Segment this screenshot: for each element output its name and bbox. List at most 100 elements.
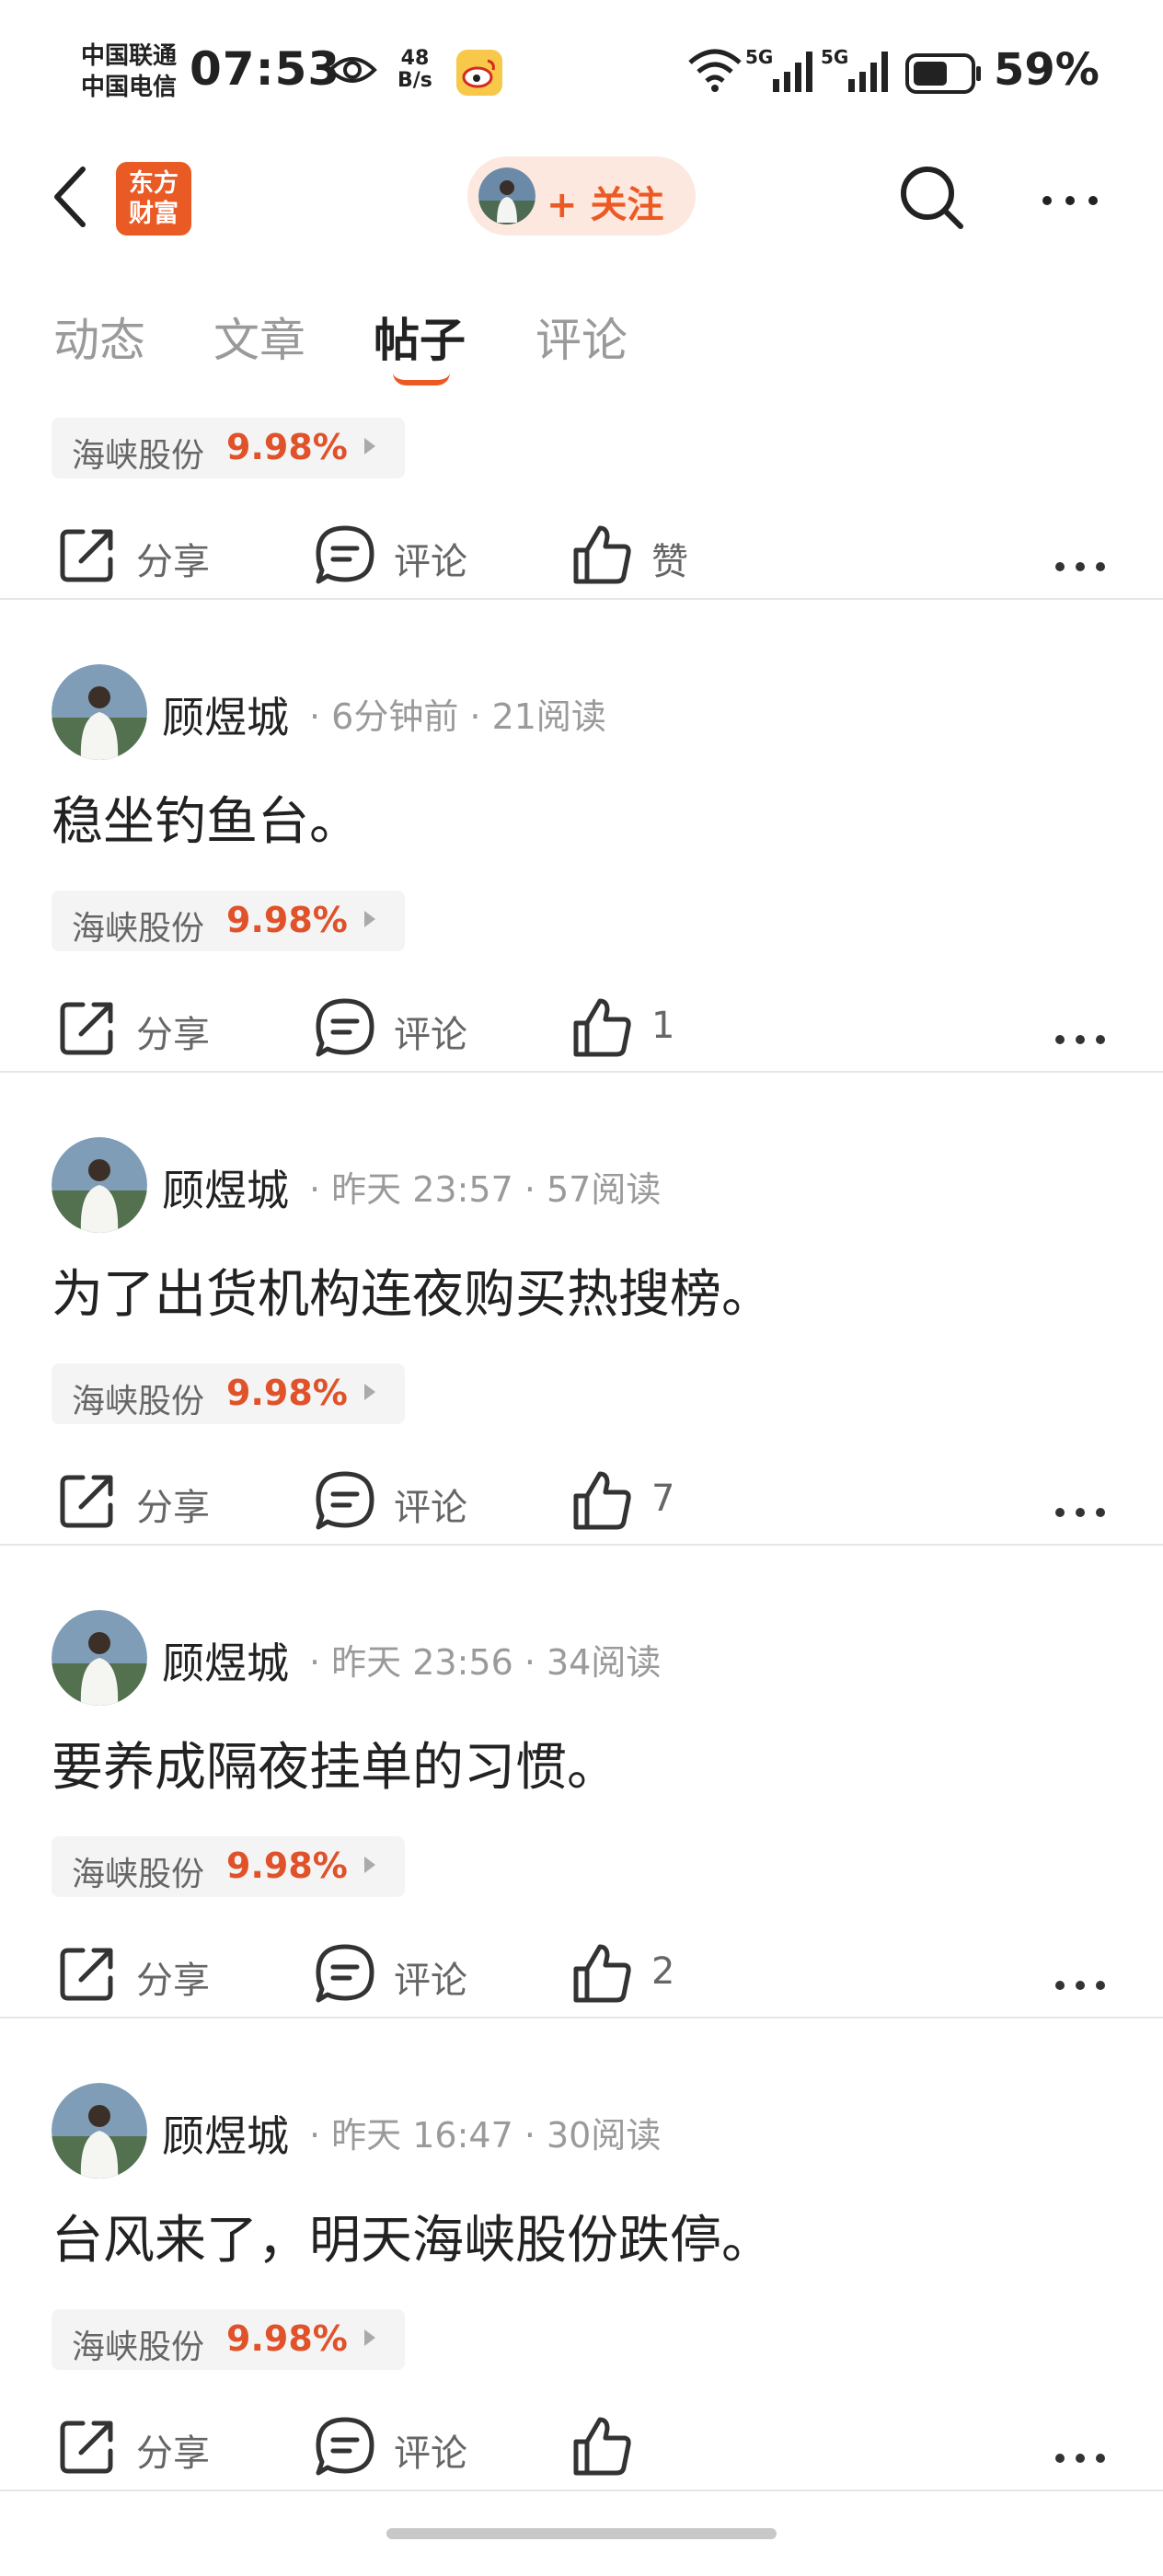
comment-icon: [316, 2417, 374, 2476]
net-speed-value: 48: [400, 47, 430, 70]
stock-arrow-icon: [364, 1857, 375, 1873]
tab-dynamics[interactable]: 动态: [53, 304, 145, 370]
post-card[interactable]: 顾煜城 今天要跌停了 海峡股份 9.98% 分享 评论: [0, 377, 1163, 600]
like-button[interactable]: 2: [570, 1941, 754, 2015]
post-meta: · 昨天 16:47 · 30阅读: [309, 2115, 662, 2156]
post-content[interactable]: 要养成隔夜挂单的习惯。: [52, 1726, 618, 1800]
logo-line-2: 财富: [129, 200, 178, 228]
more-options-icon[interactable]: [1053, 1505, 1108, 1520]
post-meta: · 昨天 23:56 · 34阅读: [309, 1642, 662, 1683]
comment-label: 评论: [394, 2432, 467, 2475]
stock-tag[interactable]: 海峡股份 9.98%: [52, 2309, 405, 2370]
logo-line-1: 东方: [129, 169, 178, 198]
share-button[interactable]: 分享: [55, 2414, 239, 2488]
post-card[interactable]: 顾煜城 · 6分钟前 · 21阅读 稳坐钓鱼台。 海峡股份 9.98% 分享 评…: [0, 600, 1163, 1073]
comment-icon: [316, 1944, 374, 2003]
home-indicator[interactable]: [386, 2528, 777, 2539]
comment-label: 评论: [394, 1960, 467, 2002]
tab-articles[interactable]: 文章: [213, 304, 305, 370]
nav-bar: 东方 财富 + 关注: [0, 138, 1163, 258]
share-label: 分享: [136, 1960, 210, 2002]
active-tab-indicator: [393, 373, 450, 385]
more-options-icon[interactable]: [1053, 1032, 1108, 1047]
avatar[interactable]: [52, 1137, 147, 1233]
comment-button[interactable]: 评论: [313, 1468, 497, 1542]
stock-tag[interactable]: 海峡股份 9.98%: [52, 891, 405, 951]
comment-button[interactable]: 评论: [313, 2414, 497, 2488]
comment-icon: [316, 998, 374, 1057]
like-button[interactable]: 1: [570, 995, 754, 1069]
post-content[interactable]: 为了出货机构连夜购买热搜榜。: [52, 1253, 773, 1328]
comment-button[interactable]: 评论: [313, 995, 497, 1069]
more-icon[interactable]: [1038, 191, 1102, 210]
signal-icon-1: 5G: [745, 46, 819, 94]
comment-label: 评论: [394, 1487, 467, 1529]
like-count: 1: [651, 1005, 675, 1047]
stock-name: 海峡股份: [72, 1383, 205, 1420]
stock-arrow-icon: [364, 1384, 375, 1400]
share-icon: [60, 1002, 113, 1055]
avatar[interactable]: [52, 2083, 147, 2179]
author-name[interactable]: 顾煜城: [162, 684, 289, 745]
stock-tag[interactable]: 海峡股份 9.98%: [52, 418, 405, 478]
post-card[interactable]: 顾煜城 · 昨天 23:56 · 34阅读 要养成隔夜挂单的习惯。 海峡股份 9…: [0, 1546, 1163, 2018]
net-speed: 48 B/s: [397, 48, 432, 92]
post-card[interactable]: 顾煜城 · 昨天 16:47 · 30阅读 台风来了，明天海峡股份跌停。 海峡股…: [0, 2018, 1163, 2491]
like-count: 2: [651, 1950, 675, 1993]
more-options-icon[interactable]: [1053, 559, 1108, 574]
weibo-icon: [456, 50, 502, 96]
eye-icon: [328, 57, 377, 83]
clock: 07:53: [190, 42, 341, 96]
stock-tag[interactable]: 海峡股份 9.98%: [52, 1363, 405, 1424]
share-icon: [60, 1948, 113, 2001]
comment-button[interactable]: 评论: [313, 1941, 497, 2015]
post-content[interactable]: 稳坐钓鱼台。: [52, 780, 361, 855]
like-button[interactable]: 7: [570, 1468, 754, 1542]
thumbs-up-icon: [573, 1471, 631, 1530]
share-button[interactable]: 分享: [55, 1468, 239, 1542]
search-icon[interactable]: [892, 158, 970, 236]
thumbs-up-icon: [573, 1944, 631, 2003]
net-speed-unit: B/s: [397, 69, 432, 92]
author-name[interactable]: 顾煜城: [162, 2103, 289, 2164]
author-name[interactable]: 顾煜城: [162, 1157, 289, 1218]
comment-icon: [316, 525, 374, 584]
share-label: 分享: [136, 2432, 210, 2475]
avatar[interactable]: [52, 664, 147, 760]
post-card[interactable]: 顾煜城 · 昨天 23:57 · 57阅读 为了出货机构连夜购买热搜榜。 海峡股…: [0, 1073, 1163, 1546]
back-icon[interactable]: [50, 160, 96, 234]
author-name[interactable]: 顾煜城: [162, 1630, 289, 1691]
comment-icon: [316, 1471, 374, 1530]
stock-change: 9.98%: [226, 900, 348, 940]
share-button[interactable]: 分享: [55, 995, 239, 1069]
follow-button[interactable]: + 关注: [467, 156, 696, 236]
comment-button[interactable]: 评论: [313, 523, 497, 596]
share-button[interactable]: 分享: [55, 523, 239, 596]
more-options-icon[interactable]: [1053, 2451, 1108, 2466]
app-logo[interactable]: 东方 财富: [116, 162, 191, 236]
share-label: 分享: [136, 1487, 210, 1529]
stock-change: 9.98%: [226, 2318, 348, 2359]
stock-tag[interactable]: 海峡股份 9.98%: [52, 1836, 405, 1897]
tab-comments[interactable]: 评论: [535, 304, 628, 370]
share-label: 分享: [136, 1014, 210, 1056]
post-meta: · 6分钟前 · 21阅读: [309, 696, 606, 737]
thumbs-up-icon: [573, 998, 631, 1057]
like-button[interactable]: 赞: [570, 523, 754, 596]
post-content[interactable]: 今天要跌停了: [52, 377, 361, 382]
more-options-icon[interactable]: [1053, 1978, 1108, 1993]
post-feed[interactable]: 顾煜城 今天要跌停了 海峡股份 9.98% 分享 评论: [0, 377, 1163, 2502]
stock-change: 9.98%: [226, 1846, 348, 1886]
avatar[interactable]: [52, 1610, 147, 1706]
like-button[interactable]: [570, 2414, 754, 2488]
share-icon: [60, 2421, 113, 2474]
post-content[interactable]: 台风来了，明天海峡股份跌停。: [52, 2199, 773, 2273]
battery-percent: 59%: [994, 44, 1100, 96]
share-button[interactable]: 分享: [55, 1941, 239, 2015]
carrier-1: 中国联通: [81, 42, 178, 70]
carrier-2: 中国电信: [81, 74, 178, 101]
avatar: [478, 167, 535, 224]
stock-arrow-icon: [364, 438, 375, 454]
tab-posts[interactable]: 帖子: [374, 304, 466, 370]
share-icon: [60, 1475, 113, 1528]
